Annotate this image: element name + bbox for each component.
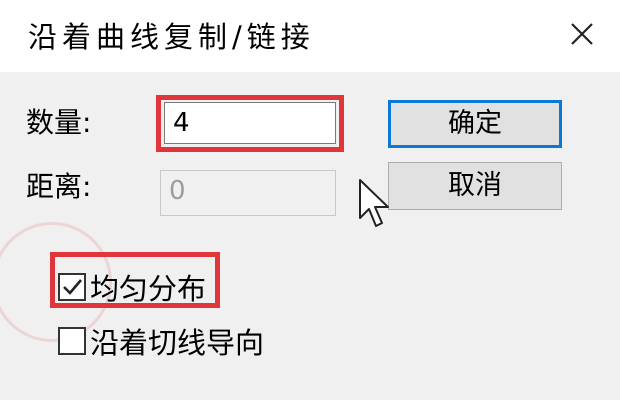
- mouse-cursor-icon: [359, 179, 389, 227]
- checkbox-highlight-box: [50, 252, 220, 308]
- distance-label: 距离:: [26, 170, 92, 203]
- dialog-title: 沿着曲线复制/链接: [28, 20, 315, 54]
- ok-button[interactable]: 确定: [388, 100, 562, 148]
- title-bar: 沿着曲线复制/链接: [0, 0, 620, 72]
- tangent-orientation-label: 沿着切线导向: [90, 326, 265, 360]
- quantity-label: 数量:: [26, 106, 92, 139]
- cancel-button[interactable]: 取消: [388, 162, 562, 210]
- distance-input[interactable]: 0: [160, 170, 336, 216]
- close-button[interactable]: [560, 16, 604, 56]
- close-icon: [571, 23, 593, 45]
- checkbox-box: [58, 327, 86, 355]
- copy-along-curve-dialog: 沿着曲线复制/链接 数量: 4 距离: 0 确定 取消 均匀分布 沿着切线导向: [0, 0, 620, 400]
- tangent-orientation-checkbox[interactable]: 沿着切线导向: [58, 320, 264, 362]
- quantity-highlight-box: [156, 95, 344, 152]
